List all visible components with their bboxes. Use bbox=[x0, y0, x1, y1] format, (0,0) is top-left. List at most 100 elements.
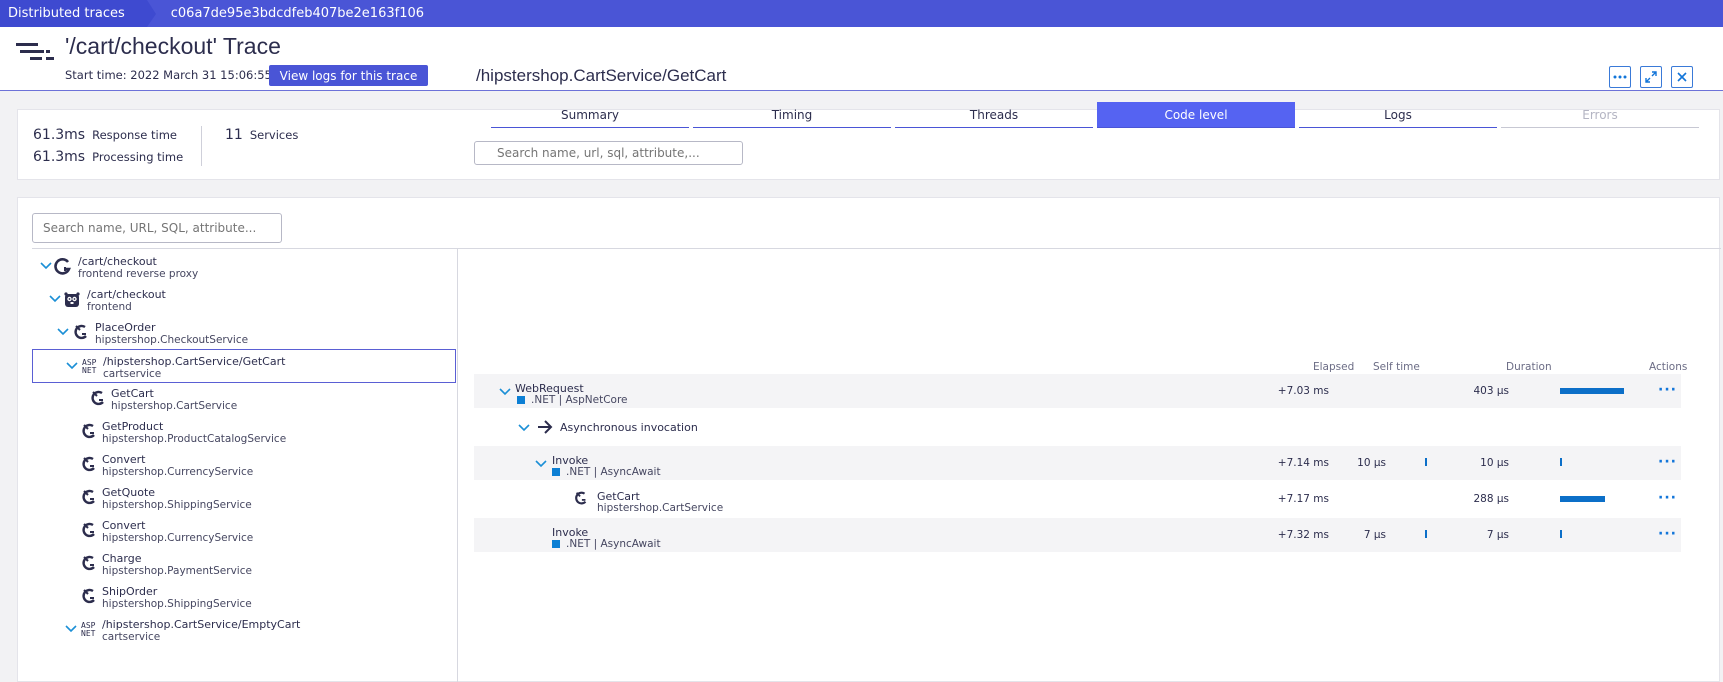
tree-node-name: Convert bbox=[102, 519, 146, 532]
code-row-invoke[interactable]: Invoke .NET | AsyncAwait +7.32 ms 7 μs 7… bbox=[474, 518, 1681, 552]
tree-node-service: hipstershop.CheckoutService bbox=[95, 334, 249, 346]
expand-icon bbox=[1645, 71, 1657, 83]
breadcrumb-trace-id: c06a7de95e3bdcdfeb407be2e163f106 bbox=[170, 6, 425, 21]
tree-node-service: cartservice bbox=[102, 631, 161, 643]
tree-node-charge[interactable]: Charge hipstershop.PaymentService bbox=[32, 547, 456, 581]
asp-net-icon-text-bottom: NET bbox=[82, 366, 97, 375]
more-actions-button[interactable] bbox=[1609, 66, 1631, 88]
column-header-duration: Duration bbox=[1506, 361, 1552, 373]
more-icon bbox=[1613, 75, 1627, 79]
code-row-webrequest[interactable]: WebRequest .NET | AspNetCore +7.03 ms 40… bbox=[474, 374, 1681, 408]
tree-node-getcart[interactable]: GetCart hipstershop.CartService bbox=[32, 382, 456, 416]
tree-node-service: hipstershop.PaymentService bbox=[102, 565, 252, 577]
code-row-tech-label: .NET | AsyncAwait bbox=[566, 466, 661, 478]
duration-value: 7 μs bbox=[1486, 529, 1509, 541]
grpc-icon bbox=[74, 324, 87, 340]
tab-timing[interactable]: Timing bbox=[693, 102, 891, 128]
tree-node-cart-checkout-frontend[interactable]: /cart/checkout frontend bbox=[32, 283, 456, 317]
chevron-down-icon[interactable] bbox=[57, 325, 69, 337]
tree-node-name: Charge bbox=[102, 552, 142, 565]
start-time: Start time: 2022 March 31 15:06:55 bbox=[65, 68, 272, 82]
detail-title: /hipstershop.CartService/GetCart bbox=[476, 66, 727, 85]
grpc-icon bbox=[82, 588, 95, 604]
close-button[interactable] bbox=[1671, 66, 1693, 88]
trace-tree: /cart/checkout frontend reverse proxy /c… bbox=[32, 249, 458, 682]
chevron-down-icon[interactable] bbox=[40, 259, 52, 271]
row-actions-icon[interactable]: ··· bbox=[1658, 491, 1677, 505]
grpc-icon bbox=[82, 522, 95, 538]
asp-net-icon: ASP NET bbox=[81, 622, 95, 638]
tree-node-name: GetQuote bbox=[102, 486, 156, 499]
self-time-value: 10 μs bbox=[1357, 457, 1386, 469]
chevron-down-icon[interactable] bbox=[66, 359, 78, 371]
expand-button[interactable] bbox=[1640, 66, 1662, 88]
processing-time-value: 61.3ms bbox=[33, 149, 86, 165]
duration-value: 403 μs bbox=[1473, 385, 1509, 397]
tree-node-service: hipstershop.ShippingService bbox=[102, 499, 252, 511]
proxy-icon bbox=[54, 258, 71, 275]
tree-node-placeorder[interactable]: PlaceOrder hipstershop.CheckoutService bbox=[32, 316, 456, 350]
tab-code-level[interactable]: Code level bbox=[1097, 102, 1295, 128]
elapsed-value: +7.03 ms bbox=[1277, 385, 1329, 397]
grpc-icon bbox=[82, 489, 95, 505]
tree-node-name: Convert bbox=[102, 453, 146, 466]
tree-node-service: frontend bbox=[87, 301, 132, 313]
tree-node-name: ShipOrder bbox=[102, 585, 158, 598]
code-row-name: Asynchronous invocation bbox=[560, 421, 698, 434]
duration-value: 10 μs bbox=[1480, 457, 1509, 469]
tech-square-icon bbox=[552, 540, 560, 548]
tree-node-service: hipstershop.ProductCatalogService bbox=[102, 433, 287, 445]
tree-node-name: GetCart bbox=[111, 387, 154, 400]
tab-summary[interactable]: Summary bbox=[491, 102, 689, 128]
row-actions-icon[interactable]: ··· bbox=[1658, 527, 1677, 541]
tree-node-service: hipstershop.CurrencyService bbox=[102, 466, 254, 478]
tree-node-cart-checkout-proxy[interactable]: /cart/checkout frontend reverse proxy bbox=[32, 250, 456, 284]
chevron-down-icon[interactable] bbox=[518, 421, 530, 433]
duration-bar bbox=[1560, 458, 1562, 466]
asp-net-icon-text-bottom: NET bbox=[81, 629, 96, 638]
services-metric[interactable]: 11 Services bbox=[225, 127, 298, 143]
code-row-tech: .NET | AspNetCore bbox=[517, 394, 628, 406]
tree-node-getquote[interactable]: GetQuote hipstershop.ShippingService bbox=[32, 481, 456, 515]
tree-node-name: GetProduct bbox=[102, 420, 164, 433]
row-actions-icon[interactable]: ··· bbox=[1658, 383, 1677, 397]
view-logs-button[interactable]: View logs for this trace bbox=[269, 65, 428, 86]
tree-node-shiporder[interactable]: ShipOrder hipstershop.ShippingService bbox=[32, 580, 456, 614]
column-header-self-time: Self time bbox=[1373, 361, 1420, 373]
tree-node-emptycart[interactable]: ASP NET /hipstershop.CartService/EmptyCa… bbox=[32, 613, 456, 647]
grpc-icon bbox=[82, 423, 95, 439]
column-header-actions: Actions bbox=[1649, 361, 1688, 373]
tree-search-input[interactable] bbox=[32, 213, 282, 243]
code-row-async-invocation[interactable]: Asynchronous invocation bbox=[474, 410, 1681, 444]
tab-logs[interactable]: Logs bbox=[1299, 102, 1497, 128]
tree-node-name: /hipstershop.CartService/GetCart bbox=[103, 355, 286, 368]
elapsed-value: +7.32 ms bbox=[1277, 529, 1329, 541]
tree-node-getproduct[interactable]: GetProduct hipstershop.ProductCatalogSer… bbox=[32, 415, 456, 449]
response-time-label: Response time bbox=[92, 128, 177, 142]
tab-errors: Errors bbox=[1501, 102, 1699, 128]
detail-tabs: Summary Timing Threads Code level Logs E… bbox=[476, 102, 1699, 128]
chevron-down-icon[interactable] bbox=[535, 457, 547, 469]
processing-time-metric: 61.3ms Processing time bbox=[33, 149, 183, 165]
tree-node-convert[interactable]: Convert hipstershop.CurrencyService bbox=[32, 514, 456, 548]
duration-bar bbox=[1560, 388, 1624, 394]
tree-node-getcart-selected[interactable]: ASP NET /hipstershop.CartService/GetCart… bbox=[32, 349, 456, 383]
row-actions-icon[interactable]: ··· bbox=[1658, 455, 1677, 469]
response-time-value: 61.3ms bbox=[33, 127, 86, 143]
grpc-icon bbox=[91, 390, 104, 406]
code-level-search-input[interactable] bbox=[474, 141, 743, 165]
chevron-down-icon[interactable] bbox=[49, 292, 61, 304]
tree-node-name: PlaceOrder bbox=[95, 321, 156, 334]
close-icon bbox=[1677, 72, 1687, 82]
self-time-value: 7 μs bbox=[1363, 529, 1386, 541]
tree-node-service: hipstershop.CurrencyService bbox=[102, 532, 254, 544]
chevron-down-icon[interactable] bbox=[499, 385, 511, 397]
tab-threads[interactable]: Threads bbox=[895, 102, 1093, 128]
breadcrumb-distributed-traces[interactable]: Distributed traces bbox=[0, 0, 156, 27]
tree-node-convert[interactable]: Convert hipstershop.CurrencyService bbox=[32, 448, 456, 482]
code-row-invoke[interactable]: Invoke .NET | AsyncAwait +7.14 ms 10 μs … bbox=[474, 446, 1681, 480]
chevron-down-icon[interactable] bbox=[65, 622, 77, 634]
asp-net-icon: ASP NET bbox=[82, 359, 96, 375]
duration-bar bbox=[1560, 530, 1562, 538]
code-row-getcart[interactable]: GetCart hipstershop.CartService +7.17 ms… bbox=[474, 482, 1681, 516]
